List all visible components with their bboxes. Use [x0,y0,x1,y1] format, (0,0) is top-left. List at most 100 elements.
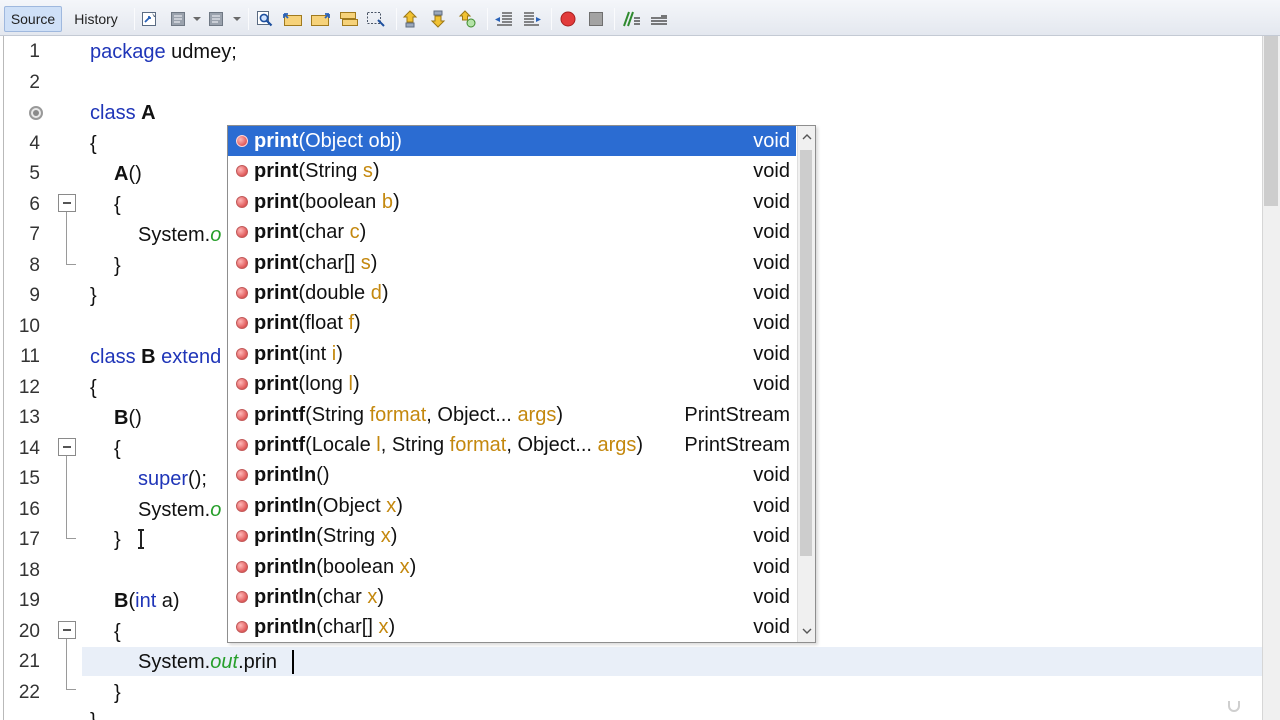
previous-bookmark-icon[interactable] [402,9,422,29]
fold-toggle[interactable] [58,194,76,212]
line-number: 14 [18,438,40,459]
completion-scrollbar-thumb[interactable] [800,150,812,556]
code-line-7[interactable]: System.o [138,220,221,250]
return-type: PrintStream [684,434,790,456]
next-bookmark-icon[interactable] [430,9,450,29]
start-macro-icon[interactable] [558,9,578,29]
code-line-12[interactable]: { [90,373,97,403]
toggle-highlight-icon[interactable] [339,9,359,29]
code-line-19[interactable]: B(int a) [114,586,180,616]
completion-item[interactable]: println(boolean x) void [228,552,796,582]
method-name: printf [254,434,306,456]
code-line-14[interactable]: { [114,434,121,464]
method-name: printf [254,403,306,426]
completion-item[interactable]: println(char x) void [228,582,796,612]
constructor-name: B [114,407,129,429]
find-next-icon[interactable] [310,9,330,29]
fold-toggle[interactable] [58,621,76,639]
code-line-3[interactable]: class A [90,98,156,128]
param-name: format [449,434,507,456]
method-icon [236,621,248,634]
method-signature: println(boolean x) [254,555,417,578]
code-line-13[interactable]: B() [114,403,142,433]
completion-item[interactable]: printf(Locale l, String format, Object..… [228,430,796,460]
toolbar-separator [248,8,249,30]
completion-item[interactable]: printf(String format, Object... args) Pri… [228,400,796,430]
completion-item[interactable]: print(char[] s) void [228,248,796,278]
method-name: print [254,160,299,183]
param-type: char [322,586,362,608]
method-icon [236,195,248,208]
code-line-9[interactable]: } [90,281,97,311]
code-line-8[interactable]: } [114,251,121,281]
forward-icon[interactable] [206,9,226,29]
toggle-bookmark-icon[interactable] [458,9,478,29]
completion-item[interactable]: print(String s) void [228,156,796,186]
method-name: print [254,312,299,335]
code-line-16[interactable]: System.o [138,495,221,525]
method-name: println [254,555,317,578]
find-previous-icon[interactable] [283,9,303,29]
class-name: A [141,102,156,124]
completion-item[interactable]: print(boolean b) void [228,187,796,217]
completion-item[interactable]: println() void [228,460,796,490]
code-line-23[interactable]: } [90,706,97,720]
line-number: 20 [18,621,40,642]
method-signature: printf(String format, Object... args) [254,403,564,426]
param-type: char[] [305,251,356,274]
static-field: o [210,224,222,246]
find-selection-icon[interactable] [366,9,386,29]
uncomment-icon[interactable] [649,9,669,29]
param-type: String [311,403,365,426]
line-number: 1 [29,41,40,62]
code-line-17[interactable]: } [114,525,121,555]
completion-item[interactable]: println(Object x) void [228,491,796,521]
completion-item[interactable]: print(Object obj) void [228,126,796,156]
fold-toggle[interactable] [58,438,76,456]
code-line-4[interactable]: { [90,129,97,159]
constructor-name: A [114,163,129,185]
method-name: print [254,342,299,365]
comment-icon[interactable] [621,9,641,29]
tab-history[interactable]: History [66,6,126,32]
param-name: l [348,373,353,396]
tab-source[interactable]: Source [4,6,62,32]
stop-macro-icon[interactable] [586,9,606,29]
completion-item[interactable]: print(int i) void [228,339,796,369]
last-edit-icon[interactable] [140,9,160,29]
back-dropdown-icon[interactable] [193,17,201,21]
code-line-1[interactable]: package udmey; [90,37,237,67]
code-line-11[interactable]: class B extend [90,342,221,372]
shift-right-icon[interactable] [522,9,542,29]
completion-item[interactable]: print(float f) void [228,308,796,338]
param-type: char [305,221,345,244]
return-type: void [753,130,790,152]
completion-item[interactable]: println(String x) void [228,521,796,551]
line-number: 2 [29,72,40,93]
override-marker-icon[interactable] [29,106,43,120]
code-line-22[interactable]: } [114,678,121,708]
completion-item[interactable]: print(long l) void [228,369,796,399]
code-line-15[interactable]: super(); [138,464,207,494]
code-line-20[interactable]: { [114,617,121,647]
keyword: int [135,590,157,612]
scroll-down-arrow-icon[interactable] [802,626,812,636]
completion-item[interactable]: println(char[] x) void [228,612,796,642]
code-line-5[interactable]: A() [114,159,142,189]
back-icon[interactable] [168,9,188,29]
scroll-up-arrow-icon[interactable] [802,132,812,142]
editor-scrollbar-thumb[interactable] [1264,36,1278,206]
forward-dropdown-icon[interactable] [233,17,241,21]
shift-left-icon[interactable] [494,9,514,29]
param-name: f [348,312,355,335]
code-line-6[interactable]: { [114,190,121,220]
find-icon[interactable] [255,9,275,29]
keyword: super [138,468,189,490]
method-icon [236,499,248,512]
line-number: 5 [29,163,40,184]
completion-item[interactable]: print(double d) void [228,278,796,308]
method-name: println [254,586,317,608]
return-type: void [753,221,790,244]
code-line-21[interactable]: System.out.prin [138,647,277,677]
completion-item[interactable]: print(char c) void [228,217,796,247]
